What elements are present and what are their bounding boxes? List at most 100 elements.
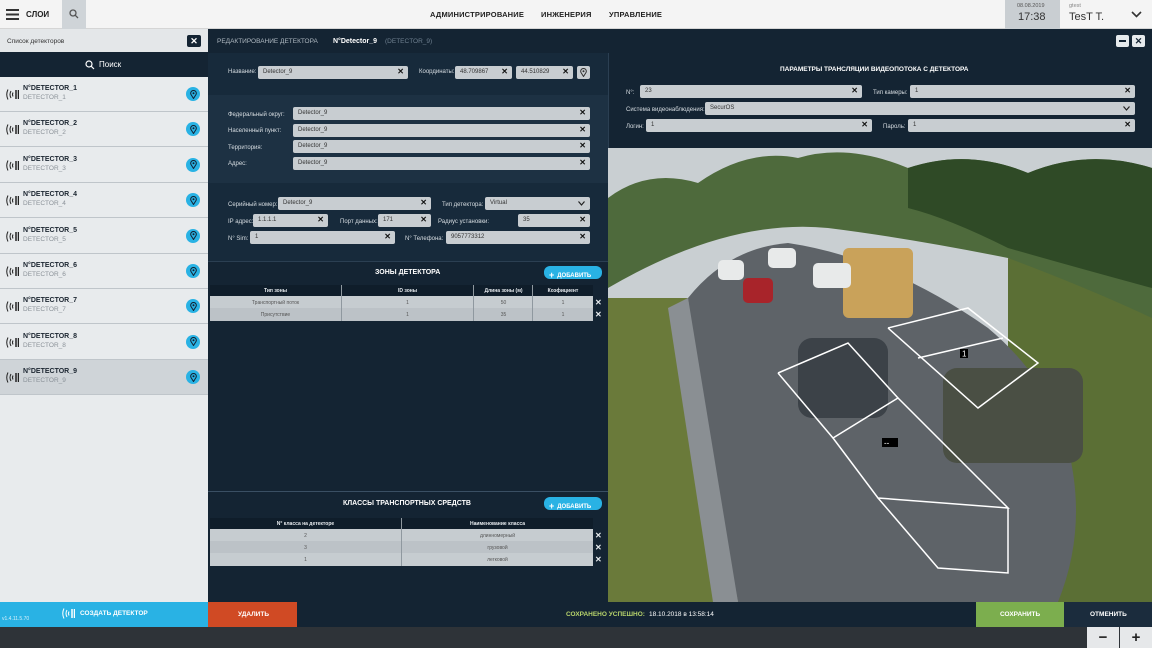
car-1 <box>798 338 888 418</box>
ip-field[interactable]: 1.1.1.1 ✕ <box>253 214 328 227</box>
sim-field[interactable]: 1 ✕ <box>250 231 395 244</box>
serial-field[interactable]: Detector_9 ✕ <box>278 197 431 210</box>
cancel-label: ОТМЕНИТЬ <box>1090 611 1127 618</box>
clear-icon[interactable]: ✕ <box>579 232 586 241</box>
detector-list-item[interactable]: N°DETECTOR_2 DETECTOR_2 <box>0 112 208 148</box>
map-pin-icon[interactable] <box>186 157 200 172</box>
clear-icon[interactable]: ✕ <box>861 120 868 129</box>
search-button[interactable] <box>62 0 86 29</box>
password-field[interactable]: 1 ✕ <box>908 119 1135 132</box>
plus-icon: + <box>549 501 555 511</box>
detector-list-item[interactable]: N°DETECTOR_1 DETECTOR_1 <box>0 77 208 112</box>
clear-icon[interactable]: ✕ <box>579 108 586 117</box>
clear-icon[interactable]: ✕ <box>579 215 586 224</box>
detector-list-item[interactable]: N°DETECTOR_6 DETECTOR_6 <box>0 254 208 289</box>
city-field[interactable]: Detector_9 ✕ <box>293 124 590 137</box>
map-pin-icon[interactable] <box>186 370 200 385</box>
close-sidebar-button[interactable]: ✕ <box>187 35 201 47</box>
clear-icon[interactable]: ✕ <box>317 215 324 224</box>
map-pin-icon[interactable] <box>186 334 200 349</box>
add-class-button[interactable]: + ДОБАВИТЬ <box>544 497 602 511</box>
delete-row-icon[interactable]: ✕ <box>595 531 602 540</box>
clear-icon[interactable]: ✕ <box>397 67 404 76</box>
detector-type-select[interactable]: Virtual <box>485 197 590 210</box>
camera-type-field[interactable]: 1 ✕ <box>910 85 1135 98</box>
delete-row-icon[interactable]: ✕ <box>595 555 602 564</box>
detector-code: DETECTOR_5 <box>23 235 66 243</box>
latitude-value: 48.709867 <box>460 69 489 75</box>
detector-list-item[interactable]: N°DETECTOR_9 DETECTOR_9 <box>0 360 208 396</box>
zoom-bar <box>0 627 1152 648</box>
zone-marker-2: -- <box>884 439 890 448</box>
nav-administration[interactable]: АДМИНИСТРИРОВАНИЕ <box>430 10 524 19</box>
federal-district-field[interactable]: Detector_9 ✕ <box>293 107 590 120</box>
zone-cell: 1 <box>561 312 565 318</box>
car-6 <box>813 263 851 288</box>
clear-icon[interactable]: ✕ <box>1124 120 1131 129</box>
plus-icon: + <box>549 270 555 280</box>
map-pin-icon[interactable] <box>186 299 200 314</box>
map-pin-icon[interactable] <box>186 87 200 101</box>
delete-button[interactable]: УДАЛИТЬ <box>208 602 297 627</box>
search-bar[interactable]: Поиск <box>0 52 208 77</box>
clear-icon[interactable]: ✕ <box>851 86 858 95</box>
nav-engineering[interactable]: ИНЖЕНЕРИЯ <box>541 10 592 19</box>
clear-icon[interactable]: ✕ <box>384 232 391 241</box>
detector-list-item[interactable]: N°DETECTOR_8 DETECTOR_8 <box>0 324 208 360</box>
car-3 <box>743 278 773 303</box>
phone-field[interactable]: 9057773312 ✕ <box>446 231 590 244</box>
zone-marker-1: 1 <box>962 350 967 359</box>
detector-code: DETECTOR_9 <box>23 377 66 385</box>
login-field[interactable]: 1 ✕ <box>646 119 872 132</box>
detector-list-item[interactable]: N°DETECTOR_5 DETECTOR_5 <box>0 218 208 254</box>
clear-icon[interactable]: ✕ <box>420 198 427 207</box>
clear-icon[interactable]: ✕ <box>1124 86 1131 95</box>
map-pin-button[interactable] <box>577 66 590 79</box>
latitude-field[interactable]: 48.709867 ✕ <box>455 66 512 79</box>
minimize-button[interactable] <box>1116 35 1129 47</box>
camera-feed[interactable]: 1 -- <box>608 148 1152 602</box>
signal-icon <box>6 266 19 277</box>
clear-icon[interactable]: ✕ <box>562 67 569 76</box>
vms-select[interactable]: SecurOS <box>705 102 1135 115</box>
longitude-field[interactable]: 44.510829 ✕ <box>516 66 573 79</box>
sidebar-title: Список детекторов <box>7 38 65 45</box>
address-field[interactable]: Detector_9 ✕ <box>293 157 590 170</box>
signal-icon <box>6 160 19 171</box>
nav-management[interactable]: УПРАВЛЕНИЕ <box>609 10 662 19</box>
city-label: Населенный пункт: <box>228 128 282 134</box>
chevron-down-icon <box>1131 11 1142 18</box>
name-field[interactable]: Detector_9 ✕ <box>258 66 408 79</box>
close-editor-button[interactable]: ✕ <box>1132 35 1145 47</box>
delete-row-icon[interactable]: ✕ <box>595 543 602 552</box>
detector-list-item[interactable]: N°DETECTOR_7 DETECTOR_7 <box>0 289 208 325</box>
save-button[interactable]: СОХРАНИТЬ <box>976 602 1064 627</box>
clear-icon[interactable]: ✕ <box>579 141 586 150</box>
port-field[interactable]: 171 ✕ <box>378 214 431 227</box>
radius-field[interactable]: 35 ✕ <box>518 214 590 227</box>
radius-value: 35 <box>523 217 530 223</box>
delete-row-icon[interactable]: ✕ <box>595 310 602 319</box>
zoom-out-button[interactable]: − <box>1087 627 1119 648</box>
add-zone-button[interactable]: + ДОБАВИТЬ <box>544 266 602 280</box>
map-pin-icon[interactable] <box>186 264 200 278</box>
sidebar-footer: v1.4.11.5.70 СОЗДАТЬ ДЕТЕКТОР <box>0 602 208 627</box>
map-pin-icon[interactable] <box>186 228 200 243</box>
user-menu[interactable]: gtest TesT T. <box>1064 0 1152 29</box>
create-detector-button[interactable]: СОЗДАТЬ ДЕТЕКТОР <box>60 607 160 621</box>
map-pin-icon[interactable] <box>186 193 200 208</box>
cancel-button[interactable]: ОТМЕНИТЬ <box>1064 602 1152 627</box>
zoom-in-button[interactable]: + <box>1120 627 1152 648</box>
territory-field[interactable]: Detector_9 ✕ <box>293 140 590 153</box>
detector-list-item[interactable]: N°DETECTOR_3 DETECTOR_3 <box>0 147 208 183</box>
clear-icon[interactable]: ✕ <box>420 215 427 224</box>
layers-menu-button[interactable]: СЛОИ <box>6 7 58 22</box>
delete-row-icon[interactable]: ✕ <box>595 298 602 307</box>
stream-number-field[interactable]: 23 ✕ <box>640 85 862 98</box>
detector-list-item[interactable]: N°DETECTOR_4 DETECTOR_4 <box>0 183 208 219</box>
clear-icon[interactable]: ✕ <box>501 67 508 76</box>
clear-icon[interactable]: ✕ <box>579 158 586 167</box>
map-pin-icon[interactable] <box>186 122 200 137</box>
port-value: 171 <box>383 217 394 223</box>
clear-icon[interactable]: ✕ <box>579 125 586 134</box>
